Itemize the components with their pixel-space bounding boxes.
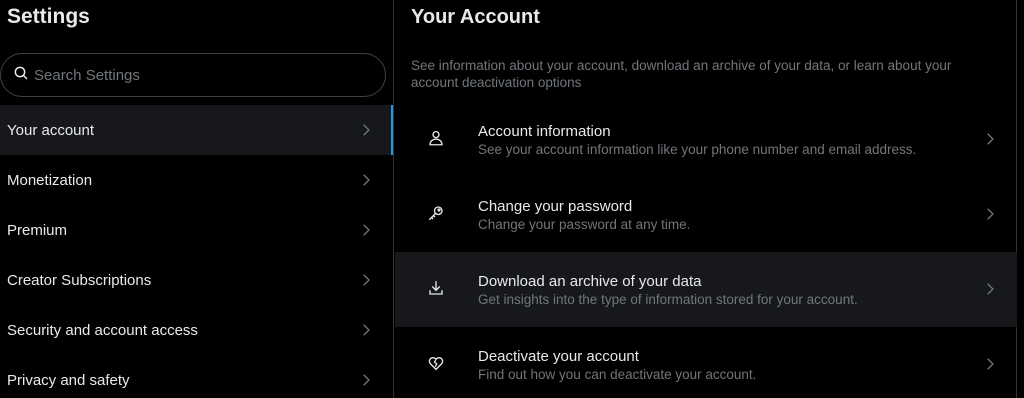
person-icon	[429, 130, 443, 146]
search-settings-input[interactable]: Search Settings	[0, 53, 386, 97]
chevron-right-icon	[987, 133, 994, 145]
search-icon	[13, 65, 29, 86]
menu-item-label: Security and account access	[7, 321, 198, 339]
page-title: Your Account	[411, 6, 540, 28]
option-subtitle: Get insights into the type of informatio…	[478, 292, 858, 307]
option-title: Change your password	[478, 198, 633, 215]
chevron-right-icon	[363, 174, 370, 186]
chevron-right-icon	[987, 208, 994, 220]
key-icon	[428, 206, 443, 221]
chevron-right-icon	[987, 358, 994, 370]
option-change-password[interactable]: Change your password Change your passwor…	[395, 177, 1017, 252]
option-download-archive[interactable]: Download an archive of your data Get ins…	[395, 252, 1017, 327]
menu-item-your-account[interactable]: Your account	[0, 105, 393, 155]
settings-title: Settings	[7, 5, 90, 28]
option-subtitle: Find out how you can deactivate your acc…	[478, 367, 757, 382]
chevron-right-icon	[363, 324, 370, 336]
chevron-right-icon	[363, 274, 370, 286]
menu-item-label: Your account	[7, 121, 95, 139]
option-subtitle: Change your password at any time.	[478, 217, 691, 232]
option-deactivate-account[interactable]: Deactivate your account Find out how you…	[395, 327, 1017, 398]
chevron-right-icon	[363, 224, 370, 236]
account-options: Account information See your account inf…	[395, 102, 1017, 398]
menu-item-label: Creator Subscriptions	[7, 271, 152, 289]
download-icon	[429, 281, 443, 295]
option-title: Deactivate your account	[478, 348, 639, 365]
account-panel: Your Account See information about your …	[395, 0, 1017, 398]
menu-item-privacy[interactable]: Privacy and safety	[0, 355, 393, 398]
menu-item-creator-subscriptions[interactable]: Creator Subscriptions	[0, 255, 393, 305]
menu-item-label: Privacy and safety	[7, 371, 130, 389]
page-description: See information about your account, down…	[411, 58, 952, 90]
settings-app: Settings Search Settings Your account Mo…	[0, 0, 1024, 398]
menu-item-label: Monetization	[7, 171, 93, 189]
settings-menu: Your account Monetization Premium Creato…	[0, 105, 393, 398]
option-account-information[interactable]: Account information See your account inf…	[395, 102, 1017, 177]
broken-heart-icon	[428, 357, 444, 371]
chevron-right-icon	[363, 124, 370, 136]
menu-item-monetization[interactable]: Monetization	[0, 155, 393, 205]
option-title: Download an archive of your data	[478, 273, 702, 290]
menu-item-premium[interactable]: Premium	[0, 205, 393, 255]
search-placeholder: Search Settings	[34, 66, 140, 84]
menu-item-label: Premium	[7, 221, 68, 239]
option-subtitle: See your account information like your p…	[478, 142, 917, 157]
settings-sidebar: Settings Search Settings Your account Mo…	[0, 0, 394, 398]
chevron-right-icon	[363, 374, 370, 386]
option-title: Account information	[478, 123, 611, 140]
chevron-right-icon	[987, 283, 994, 295]
menu-item-security[interactable]: Security and account access	[0, 305, 393, 355]
